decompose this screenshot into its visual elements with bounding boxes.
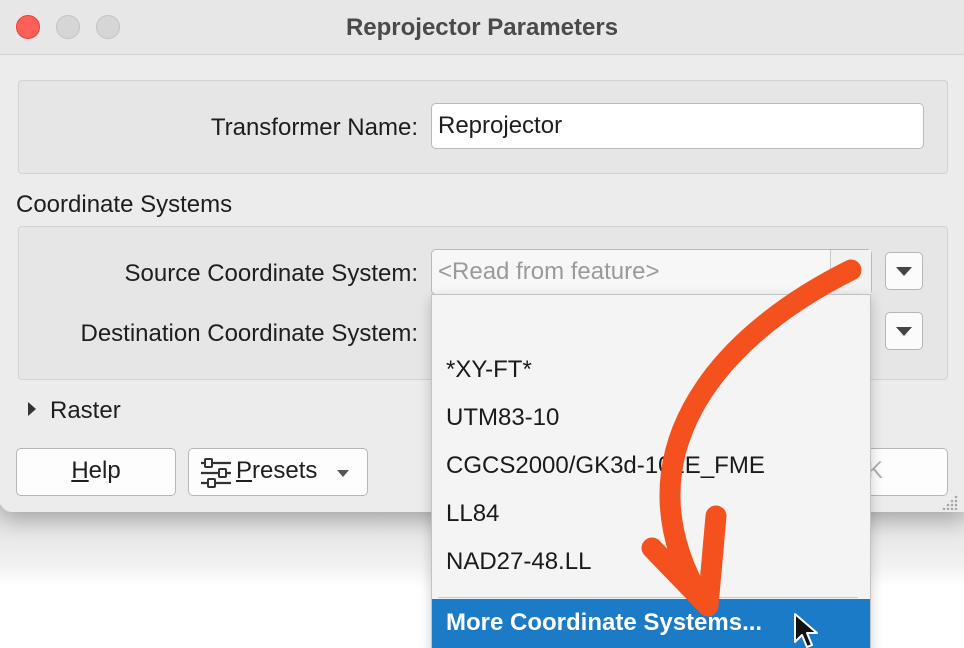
resize-grip-icon[interactable] [940,494,960,510]
presets-button[interactable]: Presets [188,448,368,496]
mouse-pointer-icon [794,613,818,648]
dropdown-item-cgcs2000[interactable]: CGCS2000/GK3d-102E_FME [446,452,765,480]
source-coordinate-system-dropdown: *XY-FT* UTM83-10 CGCS2000/GK3d-102E_FME … [431,294,871,648]
presets-label: Presets [236,449,317,493]
help-mnemonic: H [71,457,89,484]
source-coordinate-system-value: <Read from feature> [438,258,660,285]
chevron-down-icon [896,327,912,336]
title-bar: Reprojector Parameters [0,0,964,55]
source-coordinate-system-combo[interactable]: <Read from feature> [431,249,872,295]
coordinate-systems-heading: Coordinate Systems [16,191,233,218]
chevron-down-icon [896,267,912,276]
transformer-name-label: Transformer Name: [210,114,418,141]
presets-mnemonic: P [236,457,253,484]
presets-label-rest: resets [252,457,318,484]
chevron-down-icon [843,268,859,277]
help-button[interactable]: Help [16,448,176,496]
dropdown-separator [438,597,858,598]
window-title: Reprojector Parameters [345,14,619,41]
destination-options-button[interactable] [885,312,923,350]
raster-section-label[interactable]: Raster [50,397,121,425]
dropdown-item-nad27[interactable]: NAD27-48.LL [446,548,591,576]
source-options-button[interactable] [885,252,923,290]
destination-coordinate-system-label: Destination Coordinate System: [80,320,419,347]
dropdown-item-xy-ft[interactable]: *XY-FT* [446,356,532,384]
more-coordinate-systems-label: More Coordinate Systems... [446,609,763,636]
sliders-icon [201,458,231,488]
source-coordinate-system-label: Source Coordinate System: [124,260,418,287]
help-label-rest: elp [88,457,121,484]
dropdown-item-ll84[interactable]: LL84 [446,500,499,528]
presets-menu-chevron-icon [337,470,349,477]
source-combo-arrow[interactable] [830,250,871,294]
dropdown-item-utm83-10[interactable]: UTM83-10 [446,404,559,432]
transformer-name-input[interactable]: Reprojector [431,103,924,149]
screenshot-stage: Reprojector Parameters Transformer Name:… [0,0,964,648]
raster-disclosure-icon[interactable] [28,402,36,416]
